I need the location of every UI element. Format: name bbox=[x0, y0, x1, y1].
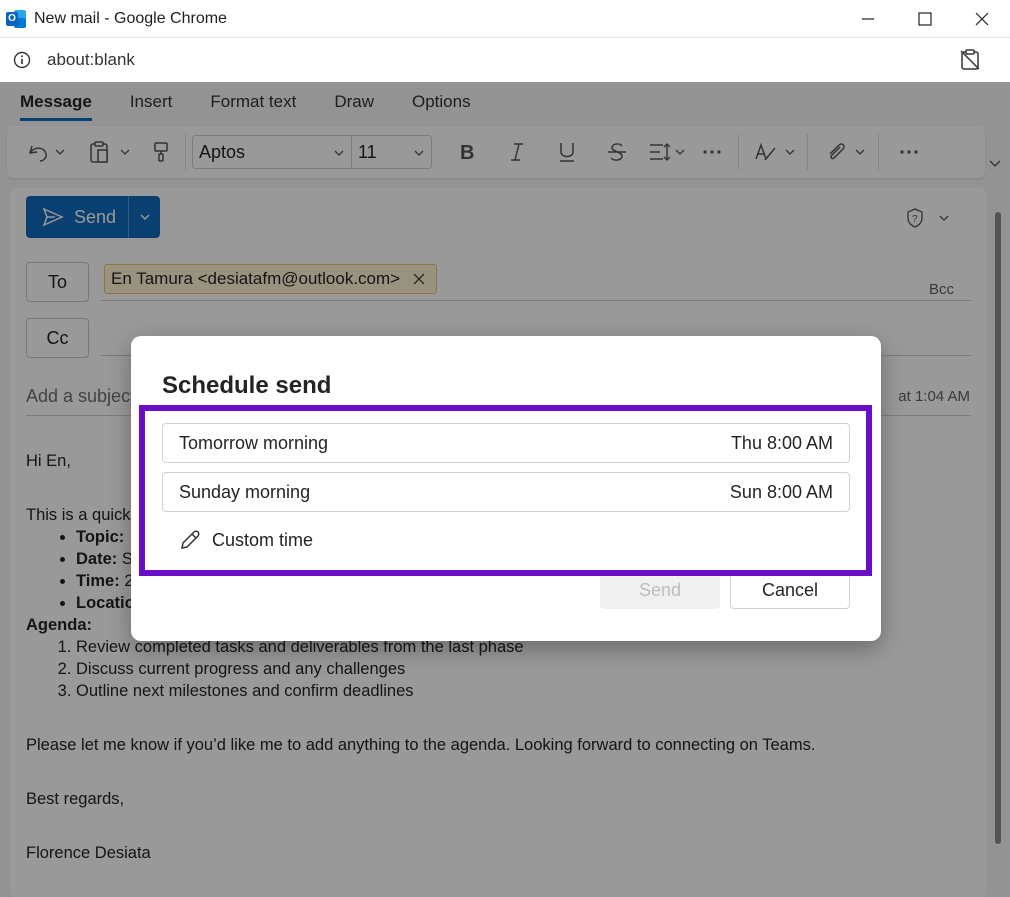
title-bar: O New mail - Google Chrome bbox=[0, 0, 1010, 38]
highlight-box bbox=[139, 405, 872, 576]
url-text[interactable]: about:blank bbox=[47, 50, 135, 70]
dialog-send-button[interactable]: Send bbox=[600, 572, 720, 609]
close-button[interactable] bbox=[953, 0, 1010, 38]
outlook-icon: O bbox=[6, 9, 26, 28]
clipboard-blocked-icon[interactable] bbox=[958, 48, 982, 72]
close-icon bbox=[975, 12, 988, 26]
minimize-icon bbox=[861, 18, 874, 20]
dialog-title: Schedule send bbox=[162, 372, 332, 399]
info-icon bbox=[13, 51, 31, 69]
dialog-cancel-button[interactable]: Cancel bbox=[730, 572, 850, 609]
maximize-button[interactable] bbox=[896, 0, 953, 38]
minimize-button[interactable] bbox=[839, 0, 896, 38]
address-bar: about:blank bbox=[0, 38, 1010, 82]
window-title: New mail - Google Chrome bbox=[34, 9, 227, 27]
site-info-button[interactable] bbox=[7, 45, 37, 75]
maximize-icon bbox=[917, 12, 932, 26]
